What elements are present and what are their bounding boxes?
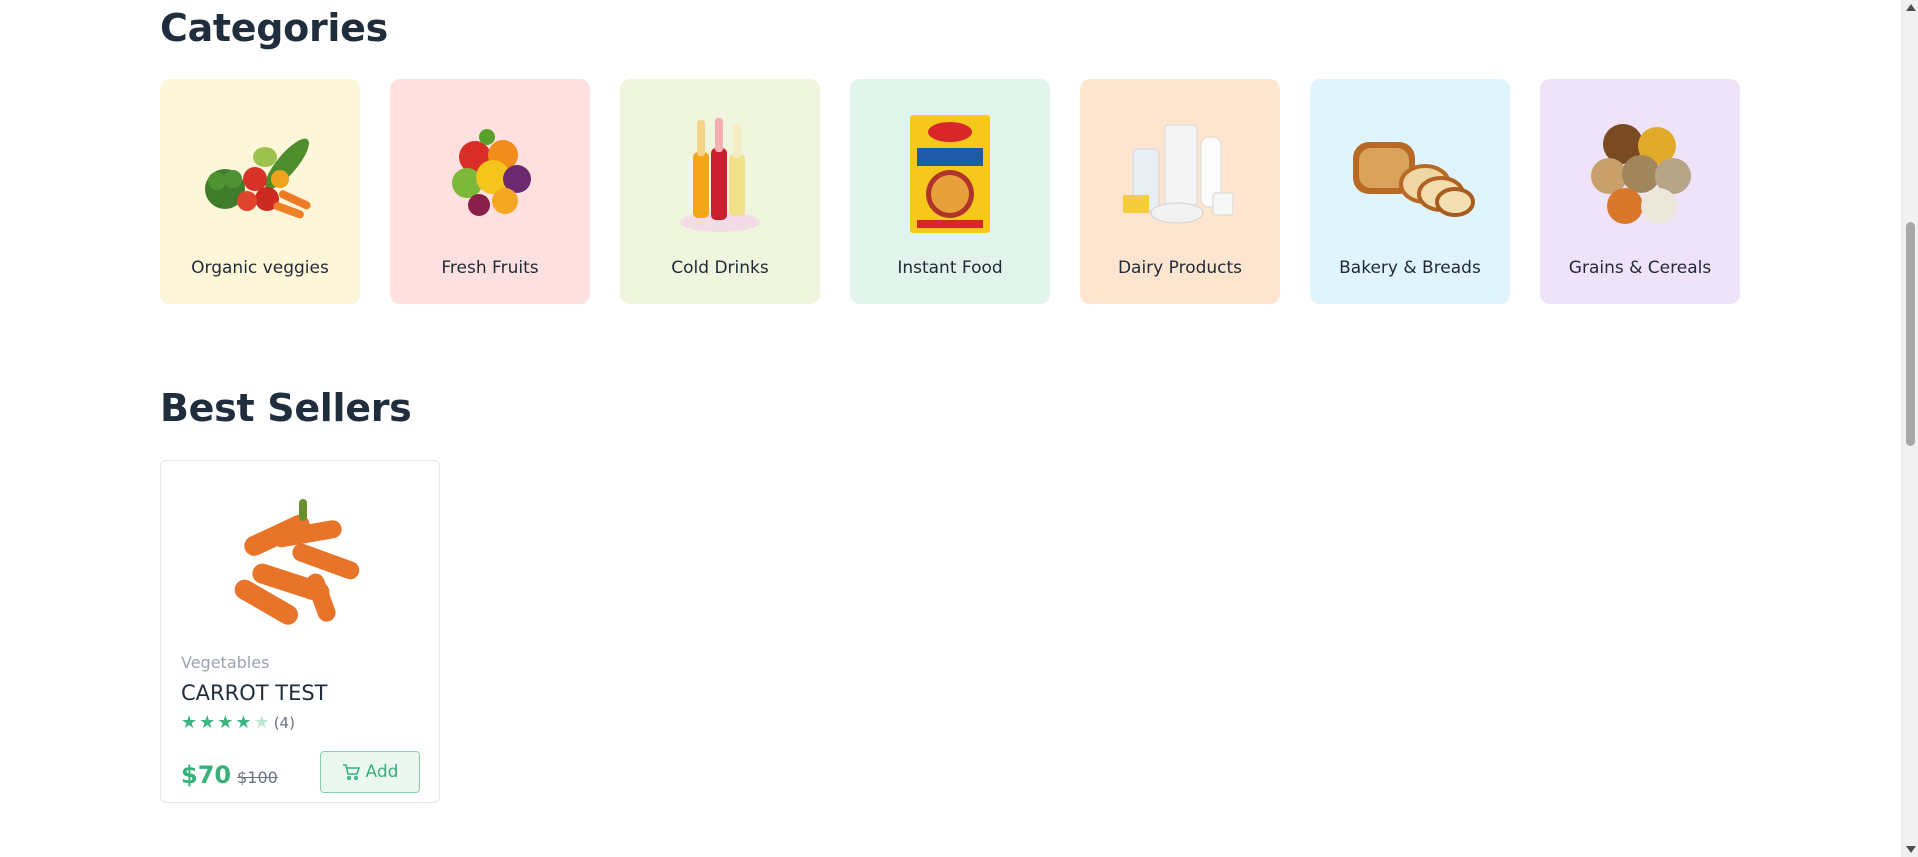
- star-icon: ★: [235, 712, 252, 733]
- category-card-grains-cereals[interactable]: Grains & Cereals: [1540, 79, 1740, 304]
- grains-image: [1565, 109, 1715, 239]
- fruits-image: [415, 109, 565, 239]
- category-card-dairy-products[interactable]: Dairy Products: [1080, 79, 1280, 304]
- scroll-down-arrow-icon[interactable]: [1906, 846, 1916, 853]
- category-label: Cold Drinks: [671, 258, 769, 278]
- best-sellers-heading: Best Sellers: [160, 386, 412, 430]
- bottles-image: [645, 109, 795, 239]
- star-icon: ★: [217, 712, 234, 733]
- product-rating: ★ ★ ★ ★ ★ (4): [181, 712, 295, 733]
- product-category: Vegetables: [181, 653, 270, 672]
- dairy-image: [1105, 109, 1255, 239]
- vertical-scrollbar[interactable]: [1901, 0, 1918, 857]
- category-label: Fresh Fruits: [441, 258, 539, 278]
- product-old-price: $100: [237, 768, 278, 787]
- category-card-instant-food[interactable]: Instant Food: [850, 79, 1050, 304]
- star-icon: ★: [181, 712, 198, 733]
- category-card-organic-veggies[interactable]: Organic veggies: [160, 79, 360, 304]
- star-icon: ★: [199, 712, 216, 733]
- scroll-up-arrow-icon[interactable]: [1906, 4, 1916, 11]
- bread-image: [1335, 109, 1485, 239]
- star-empty-icon: ★: [253, 712, 270, 733]
- categories-list: Organic veggies Fresh Fruits Cold Drinks…: [160, 79, 1740, 304]
- rating-count: (4): [273, 714, 295, 732]
- product-card[interactable]: Vegetables CARROT TEST ★ ★ ★ ★ ★ (4) $70…: [160, 460, 440, 803]
- add-to-cart-button[interactable]: Add: [320, 751, 420, 793]
- category-card-bakery-breads[interactable]: Bakery & Breads: [1310, 79, 1510, 304]
- category-label: Organic veggies: [191, 258, 329, 278]
- category-label: Instant Food: [897, 258, 1003, 278]
- noodle-pack-image: [875, 109, 1025, 239]
- page: Categories Organic veggies Fresh Fruits …: [0, 0, 1918, 857]
- category-label: Bakery & Breads: [1339, 258, 1481, 278]
- category-label: Grains & Cereals: [1568, 258, 1712, 278]
- scrollbar-thumb[interactable]: [1906, 222, 1915, 446]
- carrot-image: [211, 491, 391, 631]
- category-card-fresh-fruits[interactable]: Fresh Fruits: [390, 79, 590, 304]
- category-card-cold-drinks[interactable]: Cold Drinks: [620, 79, 820, 304]
- cart-icon: [342, 764, 360, 780]
- product-price: $70: [181, 761, 232, 789]
- categories-heading: Categories: [160, 6, 388, 50]
- vegetables-image: [185, 109, 335, 239]
- price-row: $70 $100: [181, 761, 278, 789]
- product-name[interactable]: CARROT TEST: [181, 681, 328, 705]
- category-label: Dairy Products: [1117, 258, 1243, 278]
- add-button-label: Add: [365, 762, 399, 782]
